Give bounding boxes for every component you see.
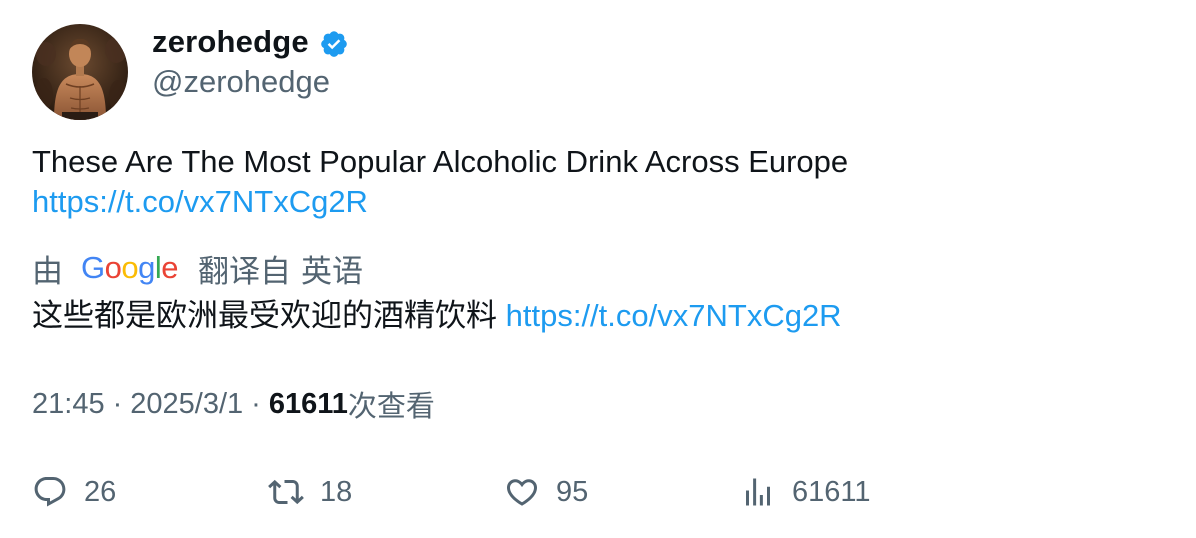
retweet-button[interactable]: 18: [268, 470, 352, 514]
tweet-card: zerohedge @zerohedge These Are The Most …: [0, 0, 1196, 538]
avatar[interactable]: [32, 24, 128, 120]
retweet-icon: [268, 479, 304, 505]
views-label: 次查看: [347, 391, 435, 423]
tweet-link[interactable]: https://t.co/vx7NTxCg2R: [32, 184, 368, 219]
translated-by-label: 由: [32, 253, 63, 289]
tweet-time[interactable]: 21:45: [32, 388, 105, 421]
views-button[interactable]: 61611: [740, 470, 871, 514]
tweet-text: These Are The Most Popular Alcoholic Dri…: [32, 142, 1152, 222]
bar-chart-icon: [746, 478, 770, 506]
meta-separator: ·: [112, 387, 123, 420]
translated-link[interactable]: https://t.co/vx7NTxCg2R: [506, 298, 842, 333]
like-button[interactable]: 95: [504, 470, 588, 514]
avatar-image: [32, 24, 128, 120]
display-name-row: zerohedge: [152, 22, 349, 62]
tweet-meta: 21:45 · 2025/3/1 · 61611 次查看: [32, 384, 435, 424]
views-action-count: 61611: [792, 475, 871, 508]
meta-separator: ·: [251, 387, 261, 420]
reply-count: 26: [84, 475, 117, 508]
views-count: 61611: [268, 387, 348, 420]
like-count: 95: [556, 475, 589, 508]
translated-text: 这些都是欧洲最受欢迎的酒精饮料 https://t.co/vx7NTxCg2R: [32, 296, 1152, 336]
retweet-count: 18: [320, 475, 353, 508]
handle[interactable]: @zerohedge: [152, 64, 330, 100]
tweet-date[interactable]: 2025/3/1: [130, 388, 243, 421]
reply-icon: [34, 477, 66, 507]
translation-attribution: 由 Google 翻译自 英语: [32, 248, 364, 289]
action-bar: 26 18 95 61611: [32, 470, 1152, 514]
source-language: 英语: [301, 253, 364, 289]
translated-from-label: 翻译自: [198, 253, 292, 289]
tweet-text-line: These Are The Most Popular Alcoholic Dri…: [32, 144, 849, 179]
heart-icon: [506, 479, 538, 506]
reply-button[interactable]: 26: [32, 470, 116, 514]
google-logo[interactable]: Google: [81, 250, 179, 286]
verified-badge-icon[interactable]: [319, 29, 349, 59]
display-name[interactable]: zerohedge: [152, 24, 309, 60]
translated-text-body: 这些都是欧洲最受欢迎的酒精饮料: [32, 298, 497, 333]
